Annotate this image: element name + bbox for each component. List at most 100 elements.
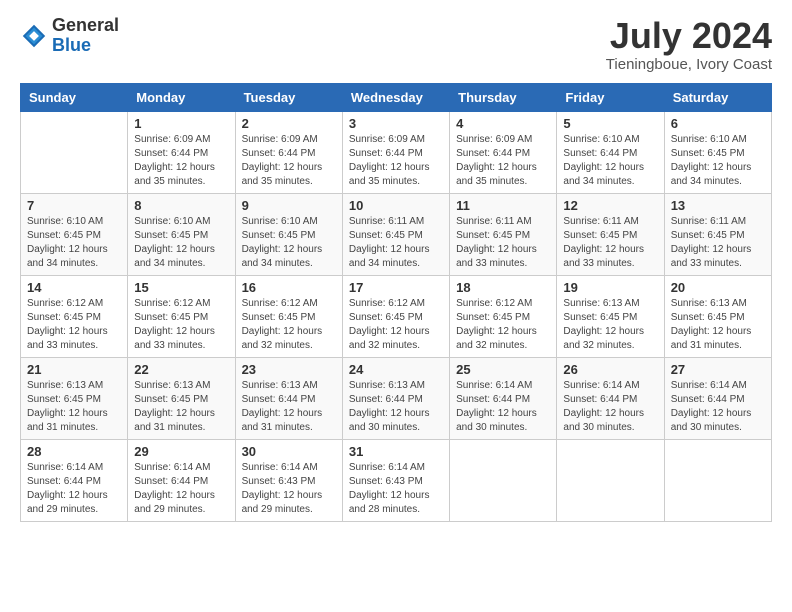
day-number: 15 [134,280,228,295]
day-number: 28 [27,444,121,459]
logo-general-text: General [52,16,119,36]
day-number: 17 [349,280,443,295]
subtitle: Tieningboue, Ivory Coast [606,56,772,73]
day-cell: 31 Sunrise: 6:14 AMSunset: 6:43 PMDaylig… [342,439,449,521]
logo-blue-text: Blue [52,36,119,56]
day-info: Sunrise: 6:14 AMSunset: 6:43 PMDaylight:… [242,462,323,515]
day-number: 31 [349,444,443,459]
day-cell: 11 Sunrise: 6:11 AMSunset: 6:45 PMDaylig… [450,193,557,275]
header-friday: Friday [557,83,664,111]
day-cell: 16 Sunrise: 6:12 AMSunset: 6:45 PMDaylig… [235,275,342,357]
day-cell: 15 Sunrise: 6:12 AMSunset: 6:45 PMDaylig… [128,275,235,357]
header-sunday: Sunday [21,83,128,111]
day-info: Sunrise: 6:10 AMSunset: 6:45 PMDaylight:… [671,134,752,187]
week-row-4: 28 Sunrise: 6:14 AMSunset: 6:44 PMDaylig… [21,439,772,521]
day-info: Sunrise: 6:14 AMSunset: 6:44 PMDaylight:… [134,462,215,515]
day-cell: 26 Sunrise: 6:14 AMSunset: 6:44 PMDaylig… [557,357,664,439]
day-info: Sunrise: 6:12 AMSunset: 6:45 PMDaylight:… [134,298,215,351]
day-cell: 24 Sunrise: 6:13 AMSunset: 6:44 PMDaylig… [342,357,449,439]
day-number: 3 [349,116,443,131]
day-info: Sunrise: 6:10 AMSunset: 6:44 PMDaylight:… [563,134,644,187]
header: General Blue July 2024 Tieningboue, Ivor… [20,16,772,73]
day-number: 12 [563,198,657,213]
day-info: Sunrise: 6:09 AMSunset: 6:44 PMDaylight:… [134,134,215,187]
day-info: Sunrise: 6:14 AMSunset: 6:44 PMDaylight:… [456,380,537,433]
day-info: Sunrise: 6:09 AMSunset: 6:44 PMDaylight:… [349,134,430,187]
day-cell: 20 Sunrise: 6:13 AMSunset: 6:45 PMDaylig… [664,275,771,357]
header-wednesday: Wednesday [342,83,449,111]
day-number: 20 [671,280,765,295]
day-info: Sunrise: 6:14 AMSunset: 6:43 PMDaylight:… [349,462,430,515]
day-number: 5 [563,116,657,131]
main-title: July 2024 [606,16,772,56]
day-info: Sunrise: 6:13 AMSunset: 6:45 PMDaylight:… [134,380,215,433]
day-cell [450,439,557,521]
day-info: Sunrise: 6:10 AMSunset: 6:45 PMDaylight:… [134,216,215,269]
day-number: 29 [134,444,228,459]
day-info: Sunrise: 6:11 AMSunset: 6:45 PMDaylight:… [349,216,430,269]
day-cell: 4 Sunrise: 6:09 AMSunset: 6:44 PMDayligh… [450,111,557,193]
calendar-table: Sunday Monday Tuesday Wednesday Thursday… [20,83,772,522]
day-info: Sunrise: 6:11 AMSunset: 6:45 PMDaylight:… [671,216,752,269]
day-number: 26 [563,362,657,377]
day-info: Sunrise: 6:11 AMSunset: 6:45 PMDaylight:… [563,216,644,269]
day-cell: 7 Sunrise: 6:10 AMSunset: 6:45 PMDayligh… [21,193,128,275]
day-number: 10 [349,198,443,213]
header-monday: Monday [128,83,235,111]
logo-text: General Blue [52,16,119,56]
day-info: Sunrise: 6:11 AMSunset: 6:45 PMDaylight:… [456,216,537,269]
day-cell: 8 Sunrise: 6:10 AMSunset: 6:45 PMDayligh… [128,193,235,275]
day-number: 14 [27,280,121,295]
day-number: 7 [27,198,121,213]
day-info: Sunrise: 6:14 AMSunset: 6:44 PMDaylight:… [27,462,108,515]
day-number: 2 [242,116,336,131]
day-cell: 21 Sunrise: 6:13 AMSunset: 6:45 PMDaylig… [21,357,128,439]
day-info: Sunrise: 6:12 AMSunset: 6:45 PMDaylight:… [27,298,108,351]
header-saturday: Saturday [664,83,771,111]
day-number: 19 [563,280,657,295]
day-info: Sunrise: 6:10 AMSunset: 6:45 PMDaylight:… [242,216,323,269]
day-cell: 25 Sunrise: 6:14 AMSunset: 6:44 PMDaylig… [450,357,557,439]
title-block: July 2024 Tieningboue, Ivory Coast [606,16,772,73]
day-info: Sunrise: 6:09 AMSunset: 6:44 PMDaylight:… [242,134,323,187]
day-number: 8 [134,198,228,213]
day-cell: 28 Sunrise: 6:14 AMSunset: 6:44 PMDaylig… [21,439,128,521]
day-cell [21,111,128,193]
day-info: Sunrise: 6:12 AMSunset: 6:45 PMDaylight:… [456,298,537,351]
week-row-0: 1 Sunrise: 6:09 AMSunset: 6:44 PMDayligh… [21,111,772,193]
day-cell: 3 Sunrise: 6:09 AMSunset: 6:44 PMDayligh… [342,111,449,193]
day-number: 27 [671,362,765,377]
week-row-2: 14 Sunrise: 6:12 AMSunset: 6:45 PMDaylig… [21,275,772,357]
day-cell: 18 Sunrise: 6:12 AMSunset: 6:45 PMDaylig… [450,275,557,357]
day-info: Sunrise: 6:13 AMSunset: 6:45 PMDaylight:… [27,380,108,433]
day-number: 6 [671,116,765,131]
day-info: Sunrise: 6:13 AMSunset: 6:44 PMDaylight:… [242,380,323,433]
day-cell: 6 Sunrise: 6:10 AMSunset: 6:45 PMDayligh… [664,111,771,193]
day-info: Sunrise: 6:10 AMSunset: 6:45 PMDaylight:… [27,216,108,269]
week-row-3: 21 Sunrise: 6:13 AMSunset: 6:45 PMDaylig… [21,357,772,439]
day-cell [557,439,664,521]
day-info: Sunrise: 6:13 AMSunset: 6:44 PMDaylight:… [349,380,430,433]
week-row-1: 7 Sunrise: 6:10 AMSunset: 6:45 PMDayligh… [21,193,772,275]
header-thursday: Thursday [450,83,557,111]
page: General Blue July 2024 Tieningboue, Ivor… [0,0,792,538]
day-number: 4 [456,116,550,131]
day-number: 18 [456,280,550,295]
day-number: 23 [242,362,336,377]
day-cell [664,439,771,521]
day-info: Sunrise: 6:12 AMSunset: 6:45 PMDaylight:… [242,298,323,351]
day-number: 9 [242,198,336,213]
day-cell: 17 Sunrise: 6:12 AMSunset: 6:45 PMDaylig… [342,275,449,357]
header-row: Sunday Monday Tuesday Wednesday Thursday… [21,83,772,111]
logo: General Blue [20,16,119,56]
day-info: Sunrise: 6:13 AMSunset: 6:45 PMDaylight:… [671,298,752,351]
header-tuesday: Tuesday [235,83,342,111]
day-cell: 27 Sunrise: 6:14 AMSunset: 6:44 PMDaylig… [664,357,771,439]
day-info: Sunrise: 6:09 AMSunset: 6:44 PMDaylight:… [456,134,537,187]
day-info: Sunrise: 6:14 AMSunset: 6:44 PMDaylight:… [671,380,752,433]
logo-icon [20,22,48,50]
day-number: 13 [671,198,765,213]
day-cell: 12 Sunrise: 6:11 AMSunset: 6:45 PMDaylig… [557,193,664,275]
day-number: 11 [456,198,550,213]
day-number: 21 [27,362,121,377]
